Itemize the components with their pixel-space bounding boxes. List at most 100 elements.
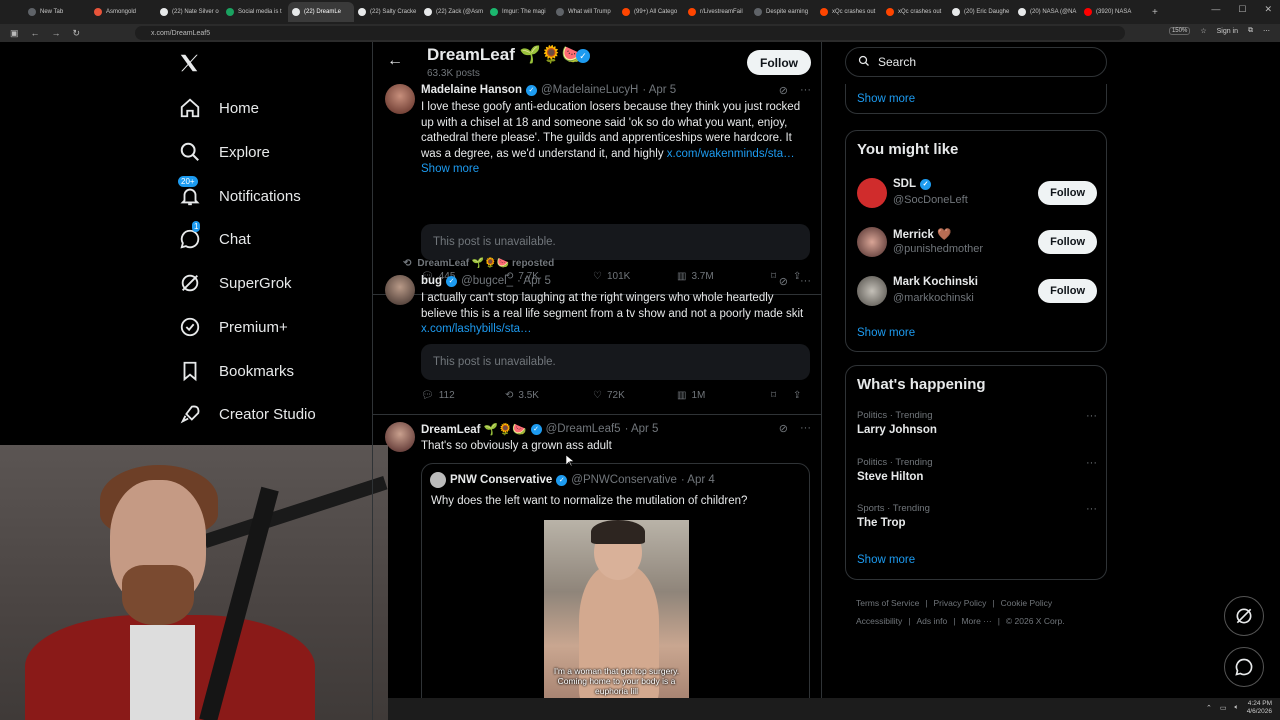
show-more-link[interactable]: Show more (421, 163, 479, 175)
browser-tab[interactable]: (22) Nate Silver o (156, 2, 222, 22)
share-button[interactable]: ⇪ (793, 390, 801, 401)
browser-tab[interactable]: Imgur: The magi (486, 2, 552, 22)
browser-tab[interactable]: (22) DreamLe (288, 2, 354, 22)
grok-icon[interactable]: ⊘ (779, 275, 788, 288)
reload-icon[interactable]: ↻ (73, 28, 81, 39)
show-more-trends[interactable]: Show more (857, 554, 915, 566)
footer-link[interactable]: More ··· (961, 616, 991, 626)
post-link[interactable]: x.com/wakenminds/sta… (667, 148, 795, 160)
suggested-handle[interactable]: @markkochinski (893, 292, 974, 304)
reposted-by-label[interactable]: DreamLeaf 🌱🌻🍉 reposted (417, 258, 554, 269)
grok-fab[interactable] (1224, 596, 1264, 636)
follow-button[interactable]: Follow (1038, 279, 1097, 303)
author-name[interactable]: DreamLeaf 🌱🌻🍉 (421, 422, 527, 436)
like-button[interactable]: ♡ 72K (593, 390, 677, 401)
avatar[interactable] (385, 422, 415, 452)
browser-tab[interactable]: What will Trump (552, 2, 618, 22)
back-icon[interactable]: ← (31, 28, 40, 39)
browser-tab[interactable]: r/LivestreamFail (684, 2, 750, 22)
author-handle[interactable]: @MadelaineLucyH (541, 84, 638, 96)
avatar[interactable] (385, 84, 415, 114)
sign-in-button[interactable]: Sign in (1217, 28, 1238, 35)
post-date[interactable]: · Apr 5 (625, 423, 659, 435)
nav-item-explore[interactable]: Explore (178, 140, 270, 164)
post-date[interactable]: · Apr 5 (642, 84, 676, 96)
nav-item-creator-studio[interactable]: Creator Studio (178, 402, 316, 426)
extensions-icon[interactable]: ⧉ (1248, 27, 1253, 35)
nav-item-bookmarks[interactable]: Bookmarks (178, 359, 294, 383)
suggested-name[interactable]: SDL (893, 178, 916, 190)
tray-chevron-icon[interactable]: ⌃ (1206, 704, 1212, 712)
show-more-top[interactable]: Show more (857, 93, 915, 105)
maximize-icon[interactable]: ☐ (1238, 4, 1246, 15)
more-icon[interactable]: ··· (800, 275, 811, 288)
author-handle[interactable]: @DreamLeaf5 (546, 423, 621, 435)
browser-tab[interactable]: (22) Zack (@Asm (420, 2, 486, 22)
sidebar-toggle-icon[interactable]: ▣ (10, 28, 19, 39)
browser-tab[interactable]: (22) Salty Cracke (354, 2, 420, 22)
author-name[interactable]: Madelaine Hanson (421, 84, 522, 96)
post-3[interactable]: DreamLeaf 🌱🌻🍉 ✓ @DreamLeaf5 · Apr 5 ⊘ ··… (373, 422, 821, 720)
menu-icon[interactable]: ⋯ (1263, 27, 1270, 35)
browser-tab[interactable]: xQc crashes out (882, 2, 948, 22)
back-arrow-icon[interactable]: ← (387, 52, 403, 70)
author-name[interactable]: bug (421, 275, 442, 287)
suggested-name[interactable]: Merrick 🤎 (893, 227, 951, 241)
author-handle[interactable]: @bugcel_ (461, 275, 513, 287)
show-more-suggestions[interactable]: Show more (857, 327, 915, 339)
reply-button[interactable]: 💬︎ 112 (421, 390, 505, 401)
star-icon[interactable]: ☆ (1200, 27, 1206, 35)
close-window-icon[interactable]: ✕ (1264, 4, 1272, 15)
suggested-handle[interactable]: @SocDoneLeft (893, 194, 968, 206)
avatar[interactable] (857, 227, 887, 257)
trend-item[interactable]: Politics · Trending Steve Hilton ··· (857, 457, 1097, 483)
suggested-account[interactable]: Merrick 🤎 @punishedmother Follow (857, 224, 1097, 262)
footer-link[interactable]: Ads info (917, 616, 948, 626)
bookmark-button[interactable]: ⌑ (771, 390, 793, 401)
views-button[interactable]: ▥ 1M (677, 390, 771, 401)
more-icon[interactable]: ··· (800, 84, 811, 97)
zoom-badge[interactable]: 150% (1168, 27, 1191, 35)
browser-tab[interactable]: (20) NASA (@NA (1014, 2, 1080, 22)
quoted-post[interactable]: PNW Conservative ✓ @PNWConservative · Ap… (421, 463, 810, 720)
browser-tab[interactable]: (20) Eric Daughe (948, 2, 1014, 22)
minimize-icon[interactable]: — (1211, 4, 1220, 15)
follow-button[interactable]: Follow (1038, 230, 1097, 254)
nav-item-home[interactable]: Home (178, 96, 259, 120)
grok-icon[interactable]: ⊘ (779, 422, 788, 435)
more-icon[interactable]: ··· (1086, 410, 1097, 422)
browser-tab[interactable]: New Tab (24, 2, 90, 22)
footer-link[interactable]: Terms of Service (856, 598, 919, 608)
browser-tab[interactable]: xQc crashes out (816, 2, 882, 22)
avatar[interactable] (857, 276, 887, 306)
more-icon[interactable]: ··· (1086, 457, 1097, 469)
more-icon[interactable]: ··· (800, 422, 811, 435)
system-clock[interactable]: 4:24 PM 4/6/2026 (1247, 700, 1272, 716)
browser-tab[interactable]: Asmongold (90, 2, 156, 22)
messages-fab[interactable] (1224, 647, 1264, 687)
nav-item-premium[interactable]: Premium+ (178, 315, 288, 339)
avatar[interactable] (385, 275, 415, 305)
volume-icon[interactable]: 🔈︎ (1234, 704, 1238, 712)
trend-item[interactable]: Sports · Trending The Trop ··· (857, 503, 1097, 529)
new-tab-icon[interactable]: + (1152, 7, 1158, 18)
quote-video-thumbnail[interactable]: I'm a woman that got top surgery. Coming… (544, 520, 689, 700)
footer-link[interactable]: Privacy Policy (934, 598, 987, 608)
grok-icon[interactable]: ⊘ (779, 84, 788, 97)
post-2[interactable]: ⟲ DreamLeaf 🌱🌻🍉 reposted bug ✓ @bugcel_ … (373, 255, 821, 415)
suggested-account[interactable]: SDL ✓ @SocDoneLeft Follow (857, 175, 1097, 213)
url-field[interactable]: x.com/DreamLeaf5 (135, 26, 1125, 40)
suggested-account[interactable]: Mark Kochinski @markkochinski Follow (857, 273, 1097, 311)
network-icon[interactable]: ▭ (1220, 704, 1227, 712)
footer-link[interactable]: © 2026 X Corp. (1006, 616, 1065, 626)
trend-item[interactable]: Politics · Trending Larry Johnson ··· (857, 410, 1097, 436)
browser-tab[interactable]: (3920) NASA (1080, 2, 1146, 22)
nav-item-notifications[interactable]: 20+ Notifications (178, 176, 301, 208)
forward-icon[interactable]: → (52, 28, 61, 39)
x-logo-icon[interactable] (178, 52, 200, 81)
more-icon[interactable]: ··· (1086, 503, 1097, 515)
follow-button[interactable]: Follow (1038, 181, 1097, 205)
post-date[interactable]: · Apr 5 (517, 275, 551, 287)
suggested-name[interactable]: Mark Kochinski (893, 276, 978, 288)
nav-item-supergrok[interactable]: SuperGrok (178, 271, 292, 295)
